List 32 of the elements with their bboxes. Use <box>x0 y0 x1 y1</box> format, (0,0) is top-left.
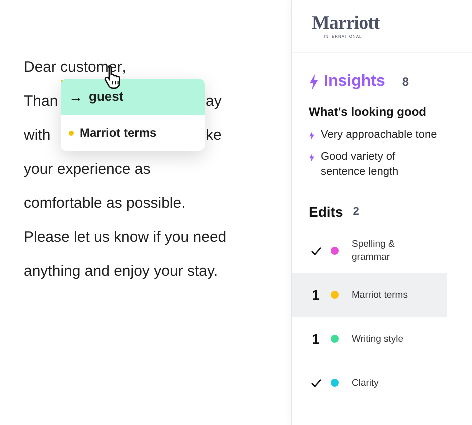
edit-category-item[interactable]: 1 Marriot terms <box>292 273 447 317</box>
text-fragment: Please let us know if you need <box>24 228 227 248</box>
lightning-icon <box>309 153 315 163</box>
text-fragment: , <box>122 58 126 78</box>
insights-heading: What's looking good <box>308 104 428 121</box>
category-label: Marriot terms <box>352 288 409 302</box>
category-label: Writing style <box>352 332 405 346</box>
text-fragment: ay <box>206 92 222 112</box>
checkmark-icon <box>310 378 322 388</box>
category-label: Marriot terms <box>80 125 157 142</box>
issue-count: 1 <box>312 286 320 304</box>
insights-title: Insights <box>324 72 386 92</box>
edits-title: Edits <box>309 203 344 222</box>
replacement-option[interactable]: → guest <box>61 79 205 115</box>
text-fragment: with <box>24 126 51 146</box>
edits-count: 2 <box>353 205 360 220</box>
issue-count: 1 <box>312 330 320 348</box>
insight-item: Very approachable tone <box>321 128 438 143</box>
text-fragment: Dear <box>24 58 57 78</box>
lightning-icon <box>309 131 315 141</box>
text-fragment: Than <box>24 92 58 112</box>
category-label: Spelling & grammar <box>352 238 396 264</box>
text-fragment: your experience as <box>24 160 151 180</box>
lightning-icon <box>309 74 319 90</box>
text-fragment: comfortable as possible. <box>24 194 186 214</box>
text-fragment: anything and enjoy your stay. <box>24 262 218 282</box>
logo-wordmark: Marriott <box>312 14 382 34</box>
text-fragment: ke <box>206 126 222 146</box>
insights-count: 8 <box>402 74 410 91</box>
insight-item: Good variety of sentence length <box>321 150 400 180</box>
checkmark-icon <box>310 246 322 256</box>
category-label: Clarity <box>352 376 380 390</box>
